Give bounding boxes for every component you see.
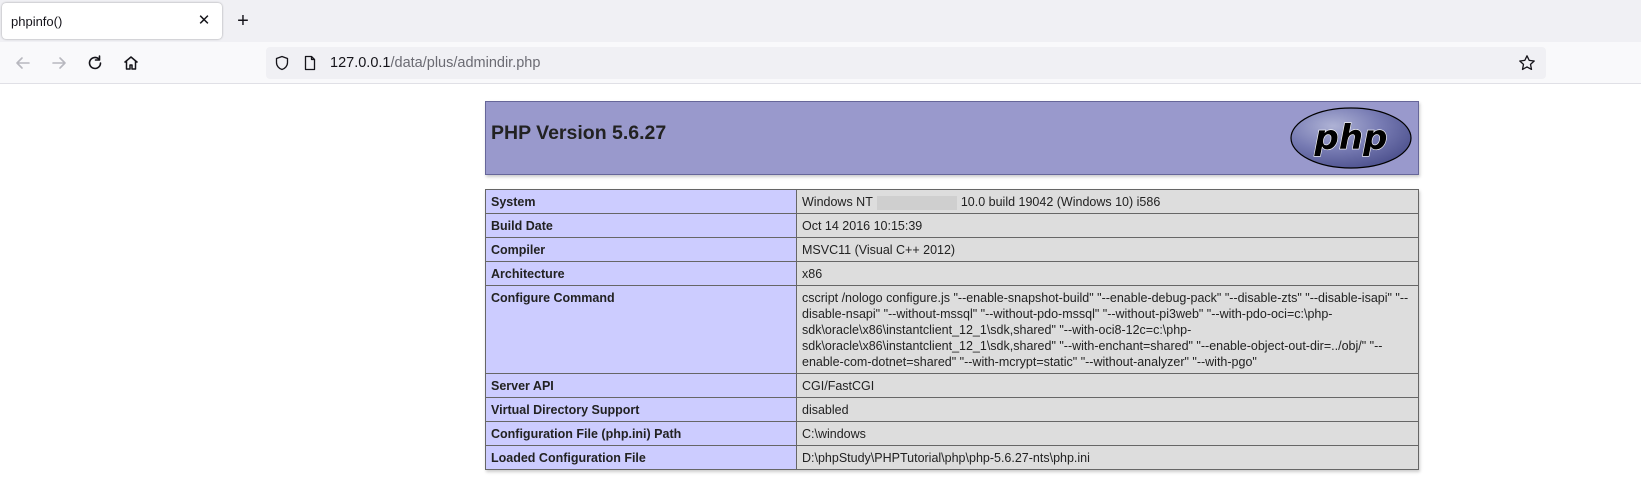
row-value: D:\phpStudy\PHPTutorial\php\php-5.6.27-n… (796, 445, 1419, 470)
row-key: Configure Command (485, 285, 797, 374)
row-key: Loaded Configuration File (485, 445, 797, 470)
row-key: Build Date (485, 213, 797, 238)
phpinfo-container: PHP Version 5.6.27 php System Windows NT 1… (485, 101, 1419, 470)
row-value: cscript /nologo configure.js "--enable-s… (796, 285, 1419, 374)
nav-bar: 127.0.0.1/data/plus/admindir.php (0, 42, 1641, 84)
table-row: Server API CGI/FastCGI (485, 373, 1419, 398)
tab-phpinfo[interactable]: phpinfo() ✕ (2, 3, 222, 39)
php-logo-text: php (1314, 118, 1388, 158)
table-row: Compiler MSVC11 (Visual C++ 2012) (485, 237, 1419, 262)
page-content: PHP Version 5.6.27 php System Windows NT 1… (0, 85, 1641, 480)
row-key: Compiler (485, 237, 797, 262)
row-key: System (485, 189, 797, 214)
row-value: disabled (796, 397, 1419, 422)
value-suffix: 10.0 build 19042 (Windows 10) i586 (960, 195, 1161, 209)
close-icon[interactable]: ✕ (194, 11, 214, 31)
page-title: PHP Version 5.6.27 (491, 122, 667, 144)
url-path: /data/plus/admindir.php (390, 55, 541, 71)
tab-strip: phpinfo() ✕ + (0, 0, 1641, 42)
table-row: Configuration File (php.ini) Path C:\wind… (485, 421, 1419, 446)
star-icon[interactable] (1518, 54, 1536, 72)
home-icon[interactable] (119, 51, 143, 75)
row-key: Server API (485, 373, 797, 398)
value-prefix: Windows NT (802, 195, 873, 209)
table-row: Virtual Directory Support disabled (485, 397, 1419, 422)
url-bar[interactable]: 127.0.0.1/data/plus/admindir.php (266, 47, 1546, 79)
info-table: System Windows NT 10.0 build 19042 (Window… (485, 189, 1419, 470)
plus-icon[interactable]: + (232, 10, 254, 32)
row-value: MSVC11 (Visual C++ 2012) (796, 237, 1419, 262)
table-row: Build Date Oct 14 2016 10:15:39 (485, 213, 1419, 238)
table-row: Architecture x86 (485, 261, 1419, 286)
row-value: Windows NT 10.0 build 19042 (Windows 10) … (796, 189, 1419, 214)
url-host: 127.0.0.1 (330, 55, 391, 71)
table-row: System Windows NT 10.0 build 19042 (Window… (485, 189, 1419, 214)
shield-icon[interactable] (274, 55, 290, 71)
arrow-left-icon[interactable] (11, 51, 35, 75)
row-key: Architecture (485, 261, 797, 286)
php-logo: php (1290, 107, 1412, 169)
row-key: Virtual Directory Support (485, 397, 797, 422)
arrow-right-icon[interactable] (47, 51, 71, 75)
table-row: Configure Command cscript /nologo configu… (485, 285, 1419, 374)
row-value: CGI/FastCGI (796, 373, 1419, 398)
row-value: Oct 14 2016 10:15:39 (796, 213, 1419, 238)
row-value: C:\windows (796, 421, 1419, 446)
page-icon (304, 55, 316, 71)
php-header: PHP Version 5.6.27 php (485, 101, 1419, 175)
row-key: Configuration File (php.ini) Path (485, 421, 797, 446)
redacted-hostname (876, 195, 957, 210)
tab-title: phpinfo() (11, 14, 63, 29)
table-row: Loaded Configuration File D:\phpStudy\PHP… (485, 445, 1419, 470)
reload-icon[interactable] (83, 51, 107, 75)
url-text[interactable]: 127.0.0.1/data/plus/admindir.php (330, 55, 540, 71)
row-value: x86 (796, 261, 1419, 286)
